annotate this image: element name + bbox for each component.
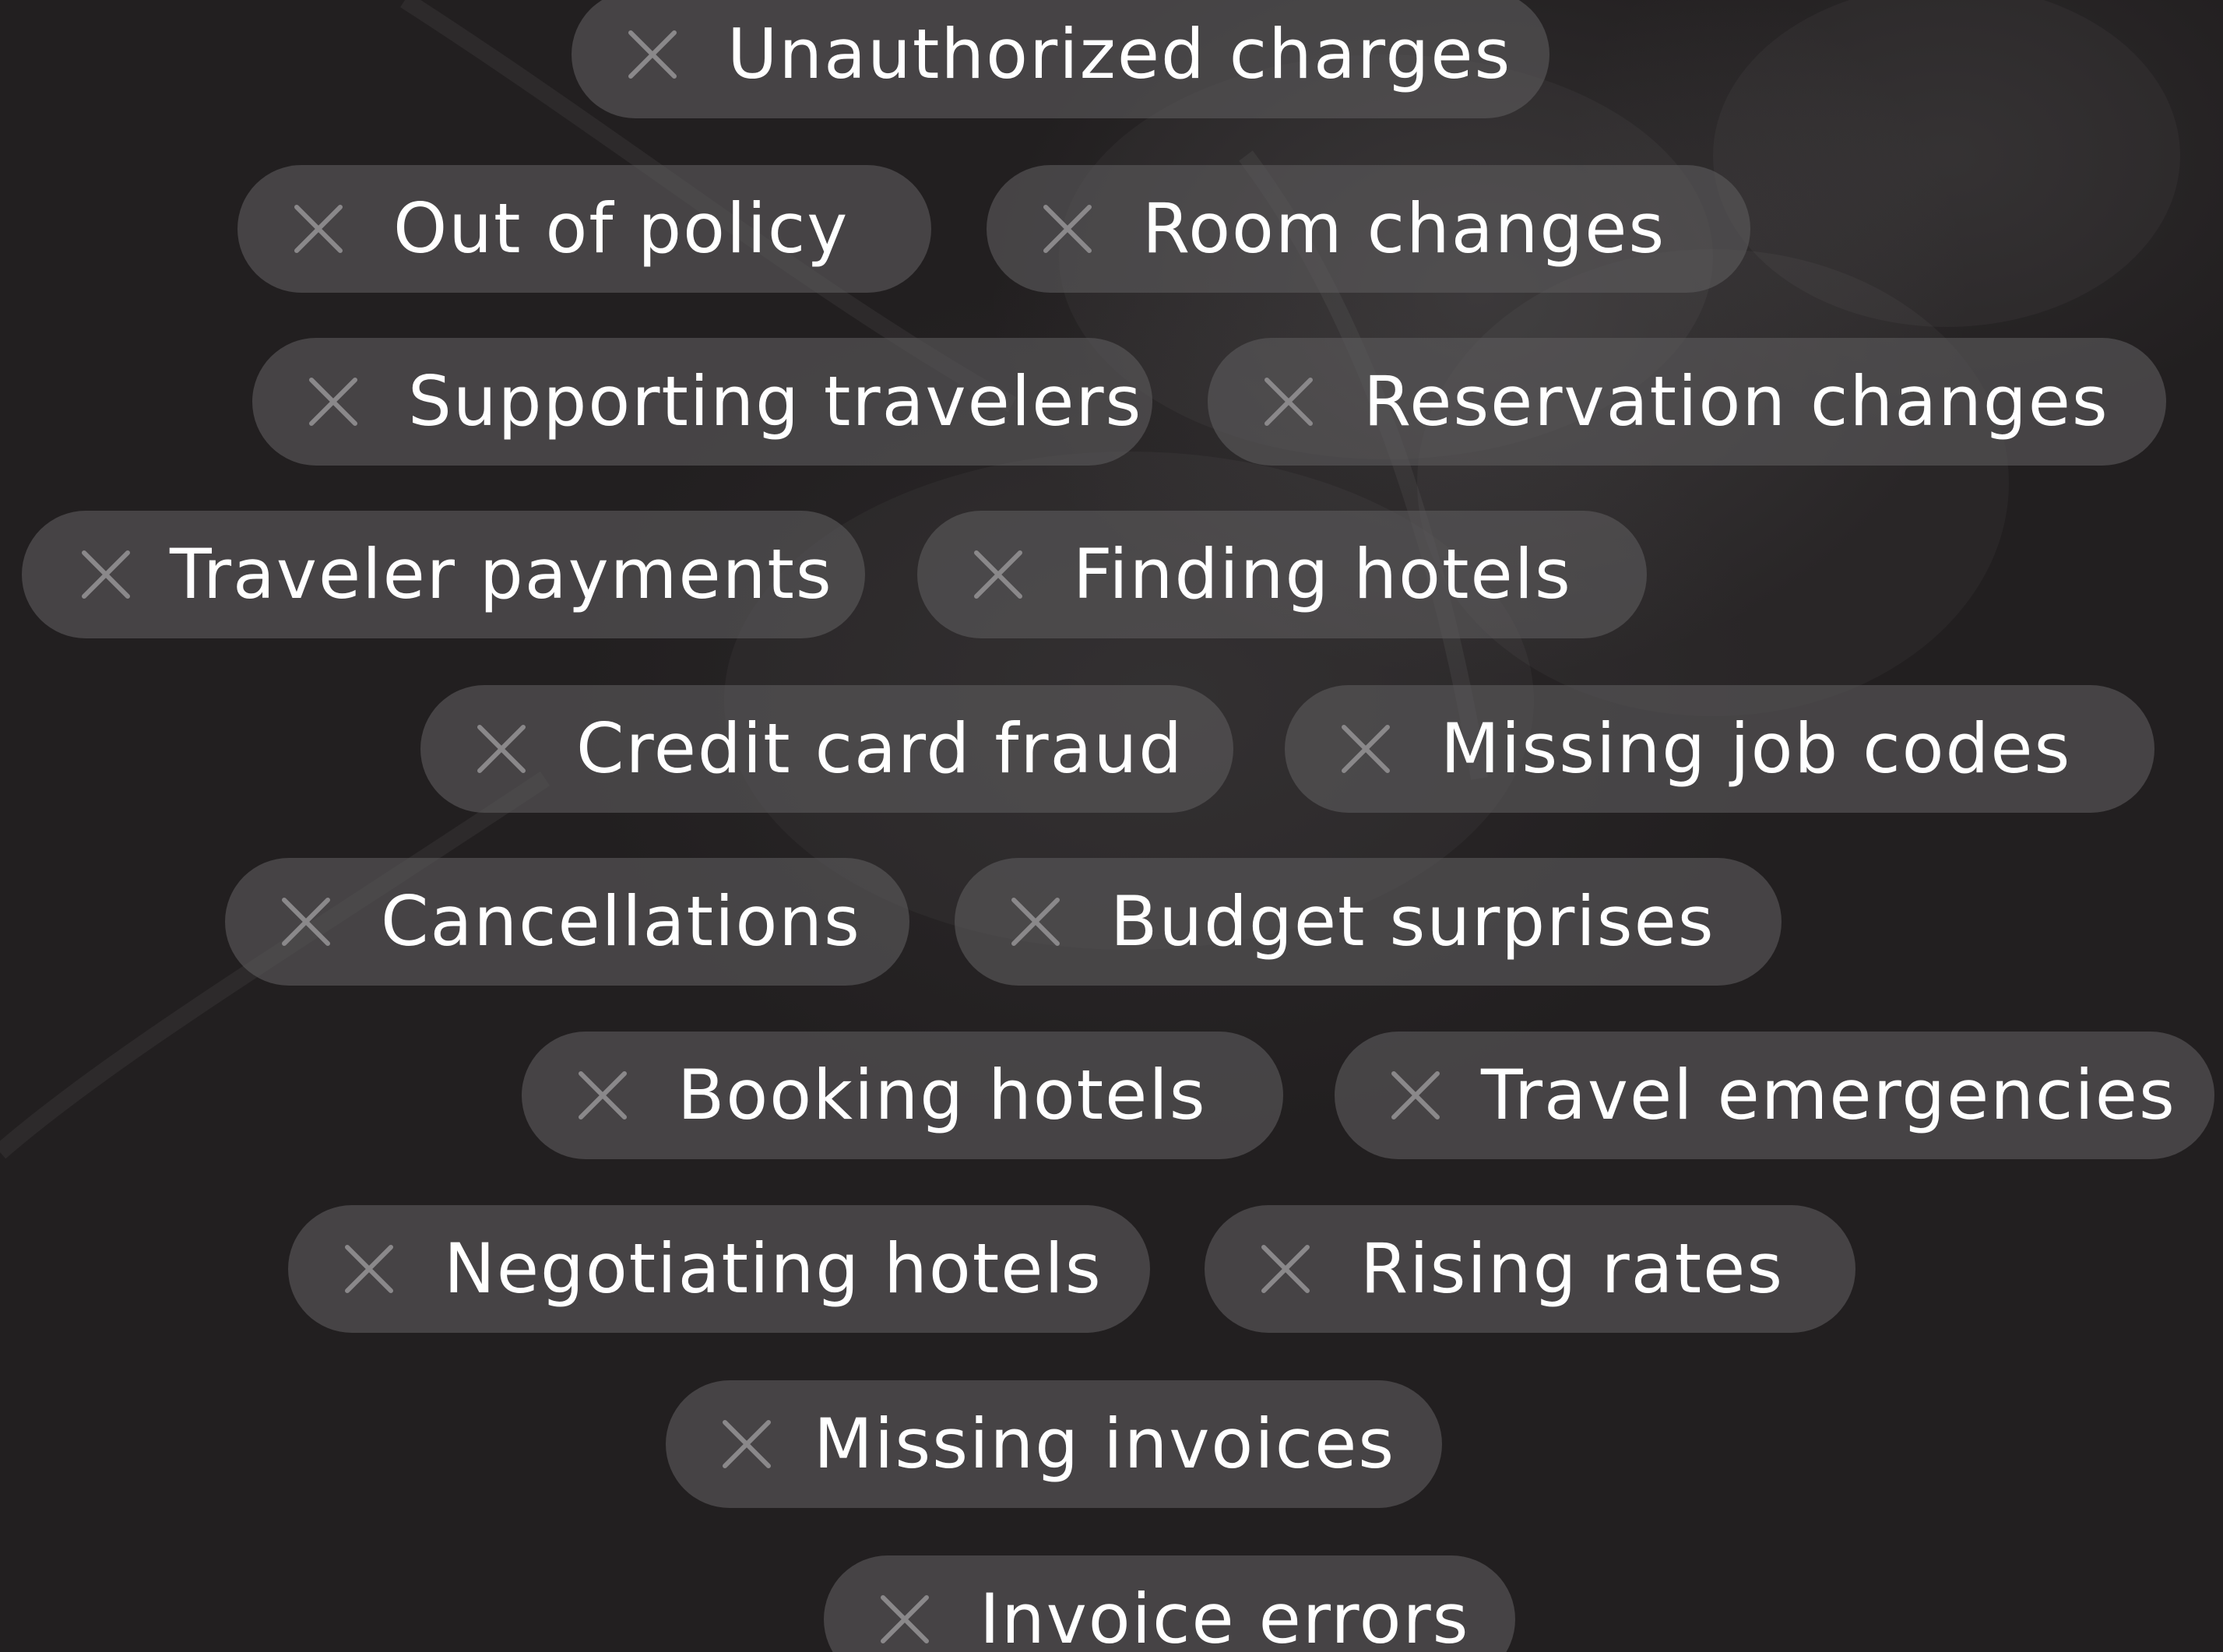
tag-label: Negotiating hotels (444, 1228, 1103, 1309)
tag-label: Cancellations (381, 881, 861, 961)
tag-credit-card-fraud[interactable]: Credit card fraud (420, 685, 1233, 813)
tag-label: Travel emergencies (1481, 1055, 2176, 1135)
close-icon[interactable] (626, 28, 679, 81)
close-icon[interactable] (280, 895, 332, 948)
tag-label: Supporting travelers (408, 361, 1143, 441)
close-icon[interactable] (1389, 1069, 1442, 1122)
tag-cancellations[interactable]: Cancellations (225, 858, 909, 986)
close-icon[interactable] (79, 548, 132, 601)
tag-rising-rates[interactable]: Rising rates (1205, 1205, 1855, 1333)
tag-label: Room changes (1142, 188, 1666, 269)
close-icon[interactable] (292, 202, 345, 255)
tag-travel-emergencies[interactable]: Travel emergencies (1335, 1032, 2214, 1159)
close-icon[interactable] (1262, 375, 1315, 428)
tag-traveler-payments[interactable]: Traveler payments (22, 511, 865, 638)
tag-negotiating-hotels[interactable]: Negotiating hotels (288, 1205, 1150, 1333)
close-icon[interactable] (1259, 1243, 1312, 1295)
tag-unauthorized-charges[interactable]: Unauthorized charges (572, 0, 1549, 118)
tag-label: Booking hotels (677, 1055, 1207, 1135)
tag-finding-hotels[interactable]: Finding hotels (917, 511, 1647, 638)
tag-label: Missing job codes (1440, 708, 2072, 789)
tag-missing-invoices[interactable]: Missing invoices (666, 1380, 1442, 1508)
tag-label: Out of policy (393, 188, 849, 269)
tag-out-of-policy[interactable]: Out of policy (237, 165, 931, 293)
tag-label: Traveler payments (170, 534, 833, 614)
close-icon[interactable] (1041, 202, 1094, 255)
tag-label: Finding hotels (1073, 534, 1572, 614)
tag-missing-job-codes[interactable]: Missing job codes (1285, 685, 2154, 813)
close-icon[interactable] (878, 1593, 931, 1646)
close-icon[interactable] (343, 1243, 396, 1295)
close-icon[interactable] (475, 722, 528, 775)
tag-label: Budget surprises (1110, 881, 1715, 961)
close-icon[interactable] (972, 548, 1025, 601)
tag-label: Credit card fraud (576, 708, 1184, 789)
tag-label: Reservation changes (1363, 361, 2109, 441)
tag-budget-surprises[interactable]: Budget surprises (955, 858, 1782, 986)
tag-room-changes[interactable]: Room changes (987, 165, 1750, 293)
tag-booking-hotels[interactable]: Booking hotels (522, 1032, 1283, 1159)
tag-label: Rising rates (1360, 1228, 1785, 1309)
close-icon[interactable] (307, 375, 360, 428)
tag-label: Unauthorized charges (727, 14, 1512, 94)
tag-supporting-travelers[interactable]: Supporting travelers (252, 338, 1152, 466)
tag-cloud: Unauthorized charges Out of policy Room … (0, 0, 2223, 1652)
tag-reservation-changes[interactable]: Reservation changes (1208, 338, 2166, 466)
tag-label: Missing invoices (814, 1404, 1396, 1484)
tag-invoice-errors[interactable]: Invoice errors (824, 1555, 1515, 1652)
close-icon[interactable] (720, 1418, 773, 1471)
close-icon[interactable] (1009, 895, 1062, 948)
tag-label: Invoice errors (980, 1579, 1470, 1652)
close-icon[interactable] (1339, 722, 1392, 775)
close-icon[interactable] (576, 1069, 629, 1122)
